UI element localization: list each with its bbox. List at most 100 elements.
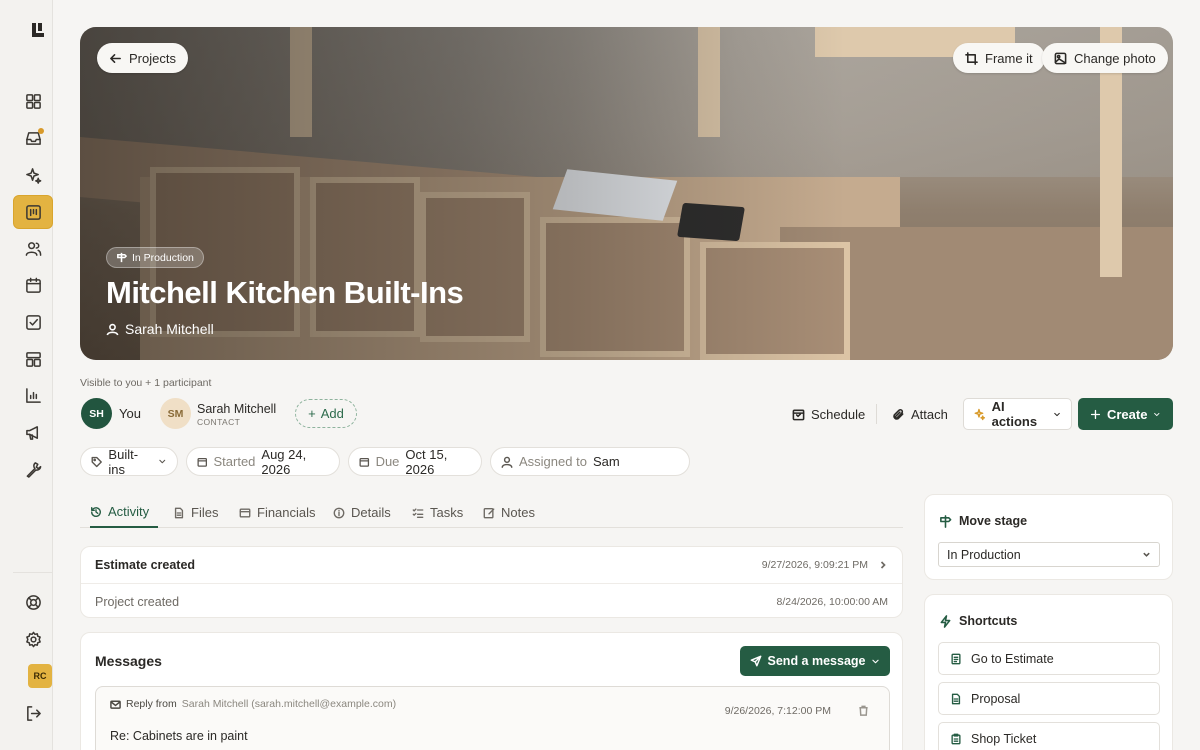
plus-icon bbox=[1090, 409, 1101, 419]
send-message-button[interactable]: Send a message bbox=[740, 646, 890, 676]
paperclip-icon bbox=[893, 408, 904, 420]
chevron-down-icon bbox=[1054, 412, 1060, 416]
image-icon bbox=[1054, 52, 1067, 64]
projects-icon bbox=[25, 204, 41, 220]
participant-you-label: You bbox=[119, 406, 141, 421]
message-header: Reply from Sarah Mitchell (sarah.mitchel… bbox=[110, 698, 396, 710]
assignee-chip[interactable]: Assigned to Sam bbox=[490, 447, 690, 476]
due-date-chip[interactable]: Due Oct 15, 2026 bbox=[348, 447, 482, 477]
shortcut-proposal[interactable]: Proposal bbox=[938, 682, 1160, 715]
tab-tasks[interactable]: Tasks bbox=[412, 497, 463, 528]
tab-details[interactable]: Details bbox=[333, 497, 391, 528]
settings-icon bbox=[25, 631, 41, 647]
sidebar-item-people[interactable] bbox=[13, 231, 53, 265]
sidebar: RC bbox=[0, 0, 53, 750]
shortcut-shop-ticket[interactable]: Shop Ticket bbox=[938, 722, 1160, 750]
shortcut-estimate[interactable]: Go to Estimate bbox=[938, 642, 1160, 675]
clipboard-icon bbox=[951, 733, 961, 744]
sidebar-item-tasks[interactable] bbox=[13, 305, 53, 339]
tab-files[interactable]: Files bbox=[173, 497, 218, 528]
logo-icon[interactable] bbox=[30, 22, 46, 38]
schedule-button[interactable]: Schedule bbox=[792, 398, 865, 430]
sidebar-item-settings[interactable] bbox=[13, 622, 53, 656]
activity-list: Estimate created 9/27/2026, 9:09:21 PM P… bbox=[80, 546, 903, 618]
mail-icon bbox=[110, 700, 121, 709]
info-icon bbox=[333, 507, 345, 518]
file-icon bbox=[174, 507, 184, 518]
sidebar-item-help[interactable] bbox=[13, 585, 53, 619]
tag-icon bbox=[91, 456, 102, 467]
help-icon bbox=[25, 594, 41, 610]
activity-item[interactable]: Estimate created 9/27/2026, 9:09:21 PM bbox=[81, 547, 902, 583]
user-avatar[interactable]: RC bbox=[28, 664, 52, 688]
message-time: 9/26/2026, 7:12:00 PM bbox=[724, 705, 831, 717]
stage-badge: In Production bbox=[106, 247, 204, 268]
sidebar-item-layout[interactable] bbox=[13, 342, 53, 376]
tab-financials[interactable]: Financials bbox=[239, 497, 316, 528]
document-icon bbox=[951, 693, 961, 704]
calendar-icon bbox=[25, 277, 41, 293]
person-icon bbox=[501, 456, 513, 468]
reports-icon bbox=[25, 387, 41, 403]
invoice-icon bbox=[239, 507, 251, 518]
sidebar-item-tools[interactable] bbox=[13, 452, 53, 486]
crop-icon bbox=[965, 51, 978, 65]
frame-it-button[interactable]: Frame it bbox=[953, 43, 1045, 73]
person-icon bbox=[106, 323, 119, 335]
stage-select[interactable]: In Production bbox=[938, 542, 1160, 567]
participant-contact-name[interactable]: Sarah Mitchell bbox=[197, 402, 276, 416]
tab-activity[interactable]: Activity bbox=[90, 497, 159, 528]
change-photo-button[interactable]: Change photo bbox=[1042, 43, 1168, 73]
sidebar-item-inbox[interactable] bbox=[13, 121, 53, 155]
category-chip[interactable]: Built-ins bbox=[80, 447, 178, 477]
layout-icon bbox=[25, 351, 41, 367]
chevron-down-icon bbox=[1143, 552, 1150, 557]
project-tabs: Activity Files Financials Details Tasks … bbox=[80, 497, 903, 528]
dashboard-icon bbox=[25, 93, 41, 109]
back-to-projects-button[interactable]: Projects bbox=[97, 43, 188, 73]
start-date-chip[interactable]: Started Aug 24, 2026 bbox=[186, 447, 340, 477]
avatar[interactable]: SH bbox=[81, 398, 112, 429]
sparkles-icon bbox=[974, 408, 986, 420]
plus-icon: + bbox=[308, 406, 316, 421]
ai-actions-button[interactable]: AI actions bbox=[963, 398, 1072, 430]
shortcuts-card: Shortcuts Go to Estimate Proposal Shop T… bbox=[924, 594, 1173, 750]
move-stage-title: Move stage bbox=[939, 514, 1027, 528]
attach-button[interactable]: Attach bbox=[892, 398, 948, 430]
add-participant-button[interactable]: + Add bbox=[295, 399, 357, 428]
messages-card: Messages Send a message Reply from Sarah… bbox=[80, 632, 903, 750]
sidebar-item-ai[interactable] bbox=[13, 158, 53, 192]
sidebar-item-projects[interactable] bbox=[13, 195, 53, 229]
megaphone-icon bbox=[25, 425, 38, 440]
checklist-icon bbox=[412, 507, 424, 518]
sidebar-item-calendar[interactable] bbox=[13, 268, 53, 302]
trash-icon[interactable] bbox=[858, 705, 869, 716]
shortcuts-title: Shortcuts bbox=[939, 614, 1017, 628]
sidebar-divider bbox=[13, 572, 53, 573]
lightning-icon bbox=[940, 614, 951, 628]
signpost-icon bbox=[940, 514, 952, 528]
sidebar-item-reports[interactable] bbox=[13, 378, 53, 412]
create-button[interactable]: Create bbox=[1078, 398, 1173, 430]
history-icon bbox=[91, 506, 101, 517]
chevron-down-icon bbox=[159, 459, 166, 464]
project-client[interactable]: Sarah Mitchell bbox=[106, 321, 214, 337]
calendar-icon bbox=[197, 457, 207, 467]
project-title: Mitchell Kitchen Built-Ins bbox=[106, 275, 464, 310]
wrench-icon bbox=[26, 461, 41, 478]
chevron-down-icon bbox=[872, 659, 880, 663]
notification-dot bbox=[38, 128, 44, 134]
arrow-left-icon bbox=[110, 53, 121, 63]
message-subject: Re: Cabinets are in paint bbox=[110, 729, 248, 743]
move-stage-card: Move stage In Production bbox=[924, 494, 1173, 580]
avatar[interactable]: SM bbox=[160, 398, 191, 429]
logout-icon bbox=[26, 705, 41, 721]
note-icon bbox=[483, 507, 495, 518]
sidebar-item-logout[interactable] bbox=[13, 696, 53, 730]
message-item[interactable]: Reply from Sarah Mitchell (sarah.mitchel… bbox=[95, 686, 890, 750]
sidebar-item-marketing[interactable] bbox=[13, 415, 53, 449]
tasks-icon bbox=[25, 314, 41, 330]
sidebar-item-dashboard[interactable] bbox=[13, 84, 53, 118]
calendar-icon bbox=[359, 457, 370, 467]
tab-notes[interactable]: Notes bbox=[483, 497, 535, 528]
